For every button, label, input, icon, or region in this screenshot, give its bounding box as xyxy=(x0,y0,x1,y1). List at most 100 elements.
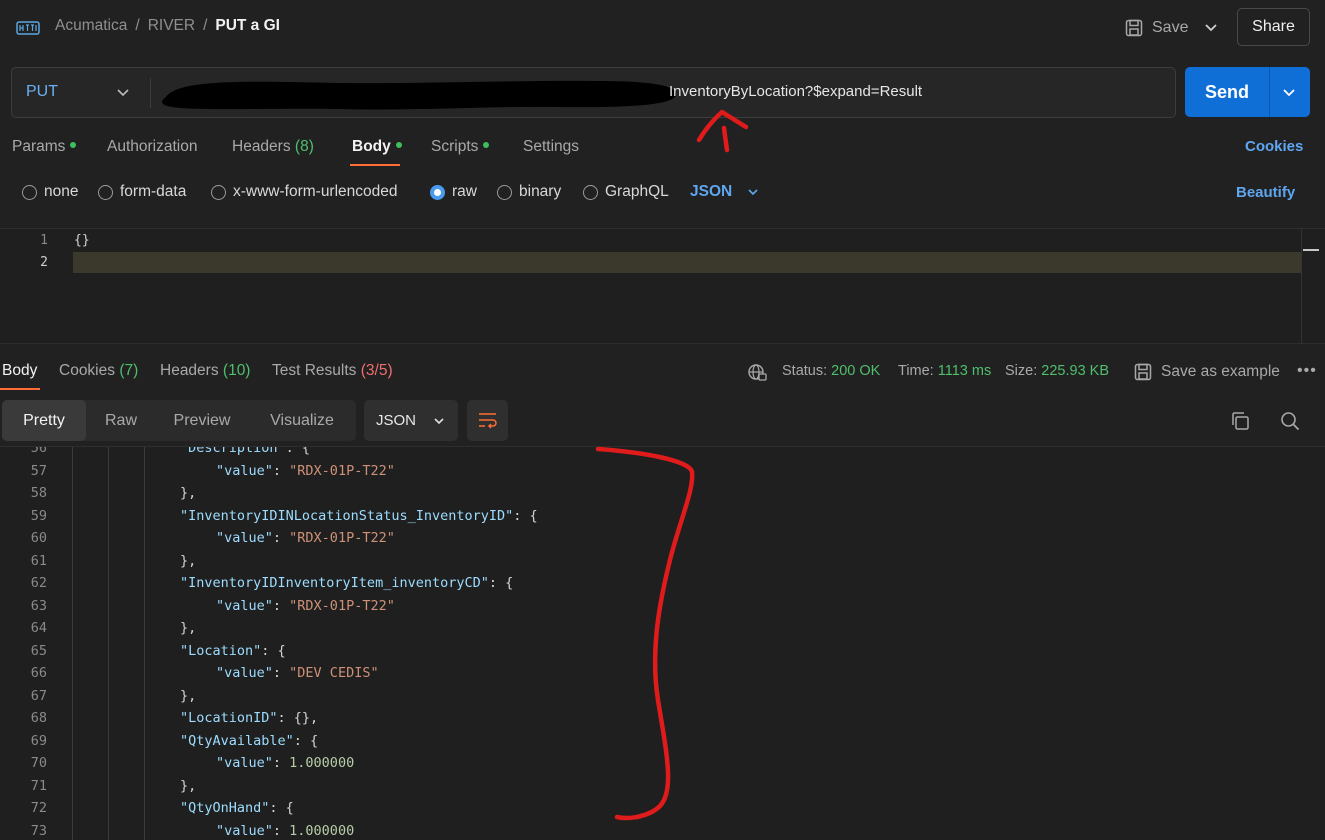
tab-authorization[interactable]: Authorization xyxy=(107,138,197,156)
url-input[interactable]: InventoryByLocation?$expand=Result xyxy=(669,83,922,100)
chevron-down-icon[interactable] xyxy=(1279,82,1299,102)
active-tab-indicator xyxy=(350,164,400,166)
status-info: Status: 200 OK xyxy=(782,363,880,379)
globe-lock-icon[interactable] xyxy=(747,362,767,382)
share-button[interactable]: Share xyxy=(1237,8,1310,46)
language-select[interactable]: JSON xyxy=(690,183,760,201)
response-format-select[interactable]: JSON xyxy=(364,400,458,441)
json-number: 1.000000 xyxy=(289,822,355,839)
code-text: }, xyxy=(180,620,196,636)
radio-urlencoded[interactable]: x-www-form-urlencoded xyxy=(211,183,398,201)
tab-response-body[interactable]: Body xyxy=(2,362,37,380)
json-punct: : xyxy=(272,822,290,839)
divider xyxy=(150,78,151,108)
beautify-button[interactable]: Beautify xyxy=(1236,184,1295,201)
request-body-editor[interactable]: 1 {} 2 xyxy=(0,228,1325,344)
line-number: 70 xyxy=(30,755,47,771)
cookies-link[interactable]: Cookies xyxy=(1245,138,1303,155)
json-string: "RDX-01P-T22" xyxy=(289,462,395,479)
radio-none[interactable]: none xyxy=(22,183,78,201)
radio-form-data[interactable]: form-data xyxy=(98,183,186,201)
chevron-down-icon[interactable] xyxy=(114,83,132,101)
tab-response-headers[interactable]: Headers (10) xyxy=(160,362,250,380)
view-pretty[interactable]: Pretty xyxy=(2,400,86,441)
line-number: 62 xyxy=(30,575,47,591)
format-label: JSON xyxy=(376,412,417,429)
json-key: "QtyAvailable" xyxy=(180,732,294,749)
json-punct: : { xyxy=(513,507,538,524)
size-value: 225.93 KB xyxy=(1041,363,1110,379)
radio-circle-selected xyxy=(430,184,445,200)
tab-params[interactable]: Params xyxy=(12,138,77,156)
breadcrumb-separator: / xyxy=(203,17,208,34)
breadcrumb-separator: / xyxy=(135,17,140,34)
wrap-lines-button[interactable] xyxy=(467,400,508,441)
json-string: "RDX-01P-T22" xyxy=(289,597,395,614)
json-string: "DEV CEDIS" xyxy=(289,665,379,681)
code-text: "LocationID": {}, xyxy=(180,710,318,726)
more-options-icon[interactable]: ••• xyxy=(1297,362,1317,380)
code-text: "Description": { xyxy=(180,447,310,456)
json-key: "QtyOnHand" xyxy=(180,800,270,816)
breadcrumb-collection[interactable]: RIVER xyxy=(148,17,195,35)
line-number: 71 xyxy=(30,777,47,794)
code-line: 70 "value": 1.000000 xyxy=(0,752,1325,774)
tab-body[interactable]: Body xyxy=(352,138,402,156)
top-header: Acumatica / RIVER / PUT a GI Save Share xyxy=(0,0,1325,56)
active-tab-indicator xyxy=(0,388,40,390)
current-line-highlight xyxy=(73,252,1302,273)
view-visualize[interactable]: Visualize xyxy=(256,400,348,441)
status-dot xyxy=(395,141,402,148)
copy-icon[interactable] xyxy=(1229,410,1251,432)
send-label[interactable]: Send xyxy=(1185,67,1269,117)
view-preview[interactable]: Preview xyxy=(162,400,242,441)
code-text: "value": 1.000000 xyxy=(216,823,354,839)
code-text: }, xyxy=(180,688,196,704)
radio-binary[interactable]: binary xyxy=(497,183,561,201)
wrap-lines-icon xyxy=(479,413,497,429)
scrollbar[interactable] xyxy=(1301,229,1325,343)
view-raw[interactable]: Raw xyxy=(90,400,152,441)
json-punct: : xyxy=(272,462,290,479)
json-key: "value" xyxy=(216,822,273,839)
save-icon xyxy=(1134,363,1152,381)
save-button[interactable]: Save xyxy=(1124,14,1188,42)
tab-headers[interactable]: Headers (8) xyxy=(232,138,314,156)
code-line: 65 "Location": { xyxy=(0,640,1325,662)
scroll-position-marker xyxy=(1303,249,1319,251)
code-line: 71}, xyxy=(0,775,1325,797)
search-icon[interactable] xyxy=(1279,410,1301,432)
line-number: 67 xyxy=(30,687,47,704)
chevron-down-icon[interactable] xyxy=(1200,16,1222,38)
save-example-label: Save as example xyxy=(1161,363,1280,380)
json-punct: }, xyxy=(180,777,197,794)
tab-settings[interactable]: Settings xyxy=(523,138,579,156)
json-key: "value" xyxy=(216,755,273,771)
tab-response-cookies[interactable]: Cookies (7) xyxy=(59,362,138,380)
code-text: "Location": { xyxy=(180,643,286,659)
status-dot xyxy=(483,141,490,148)
json-punct: : { xyxy=(293,732,319,749)
code-line: 73 "value": 1.000000 xyxy=(0,820,1325,840)
save-label: Save xyxy=(1152,19,1189,36)
breadcrumb: Acumatica / RIVER / PUT a GI xyxy=(55,17,280,35)
code-text: }, xyxy=(180,553,196,569)
radio-raw[interactable]: raw xyxy=(430,183,477,201)
tab-test-results[interactable]: Test Results (3/5) xyxy=(272,362,393,380)
body-type-options: none form-data x-www-form-urlencoded raw… xyxy=(0,178,1325,208)
save-as-example-button[interactable]: Save as example xyxy=(1133,362,1280,382)
http-request-icon xyxy=(16,21,40,35)
tab-scripts[interactable]: Scripts xyxy=(431,138,490,156)
code-text: "InventoryIDINLocationStatus_InventoryID… xyxy=(180,508,538,524)
method-select[interactable]: PUT xyxy=(26,83,58,101)
radio-graphql[interactable]: GraphQL xyxy=(583,183,669,201)
json-punct: : { xyxy=(261,642,286,659)
response-body-viewer[interactable]: 56 "Description": {57 "value": "RDX-01P-T2… xyxy=(0,446,1325,840)
request-title[interactable]: PUT a GI xyxy=(215,17,280,35)
breadcrumb-workspace[interactable]: Acumatica xyxy=(55,17,127,35)
send-button[interactable]: Send xyxy=(1185,67,1310,117)
code-line: 58}, xyxy=(0,482,1325,504)
json-punct: }, xyxy=(180,620,197,636)
code-line: 60 "value": "RDX-01P-T22" xyxy=(0,527,1325,549)
code-line: 63 "value": "RDX-01P-T22" xyxy=(0,595,1325,617)
